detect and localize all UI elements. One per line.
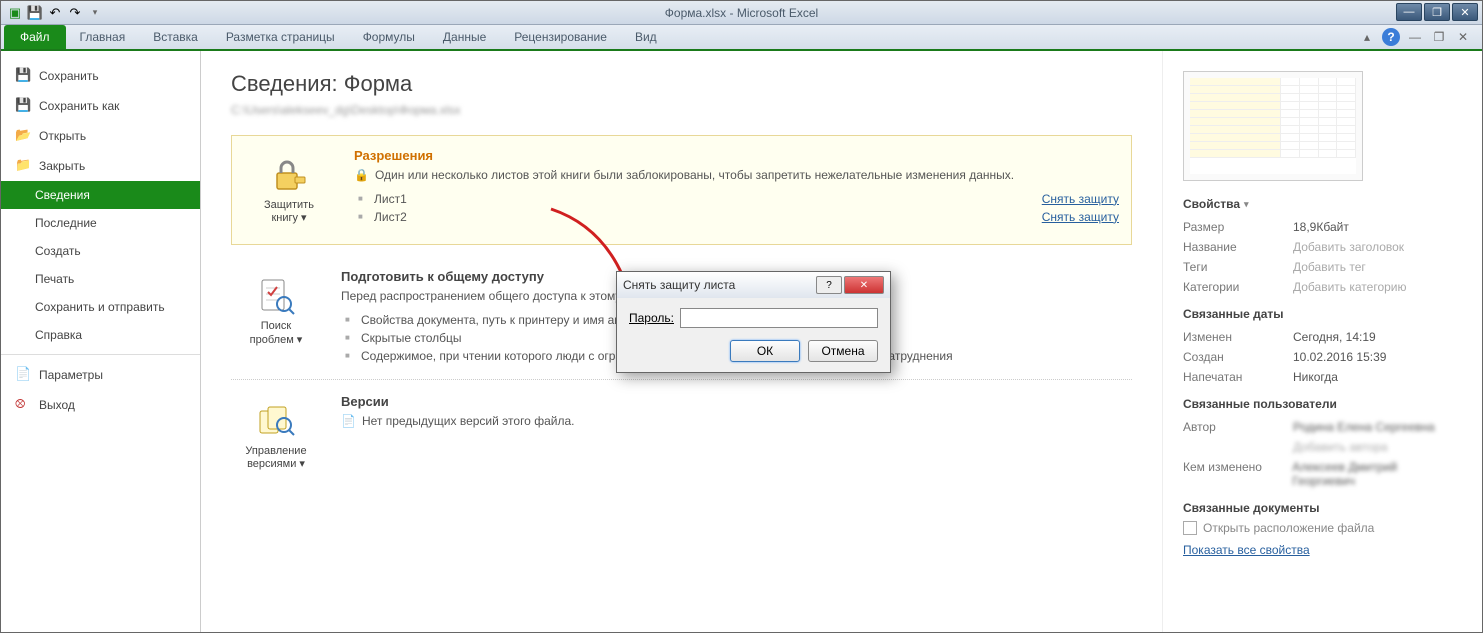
qat-dropdown-icon[interactable]: ▾ — [87, 5, 103, 21]
help-icon[interactable]: ? — [1382, 28, 1400, 46]
doc-small-icon: 📄 — [341, 413, 356, 430]
ribbon-minimize-icon[interactable]: ▴ — [1358, 28, 1376, 46]
properties-panel: Свойства Размер18,9Кбайт НазваниеДобавит… — [1162, 51, 1482, 632]
sidebar-exit[interactable]: ⮾Выход — [1, 390, 200, 420]
add-author-field[interactable]: Добавить автора — [1293, 440, 1388, 454]
title-field[interactable]: Добавить заголовок — [1293, 240, 1404, 254]
ribbon-tabs: Файл Главная Вставка Разметка страницы Ф… — [1, 25, 1482, 51]
folder-icon — [1183, 521, 1197, 535]
categories-field[interactable]: Добавить категорию — [1293, 280, 1407, 294]
ok-button[interactable]: ОК — [730, 340, 800, 362]
sidebar-save-send[interactable]: Сохранить и отправить — [1, 293, 200, 321]
tags-field[interactable]: Добавить тег — [1293, 260, 1366, 274]
file-path: C:\Users\alekseev_dg\Desktop\Форма.xlsx — [231, 103, 1132, 117]
sidebar-close[interactable]: 📁Закрыть — [1, 151, 200, 181]
document-thumbnail[interactable] — [1183, 71, 1363, 181]
file-tab[interactable]: Файл — [4, 25, 66, 49]
sheet-row: Лист1 Снять защиту — [354, 190, 1119, 208]
sidebar-save[interactable]: 💾Сохранить — [1, 61, 200, 91]
sidebar-new[interactable]: Создать — [1, 237, 200, 265]
sidebar-options[interactable]: 📄Параметры — [1, 360, 200, 390]
docs-header: Связанные документы — [1183, 501, 1462, 515]
redo-icon[interactable]: ↷ — [67, 5, 83, 21]
password-label: Пароль: — [629, 311, 674, 325]
versions-title: Версии — [341, 394, 1132, 409]
versions-icon — [252, 401, 300, 441]
sidebar-open[interactable]: 📂Открыть — [1, 121, 200, 151]
sheet-row: Лист2 Снять защиту — [354, 208, 1119, 226]
tab-home[interactable]: Главная — [66, 25, 140, 49]
show-all-props-link[interactable]: Показать все свойства — [1183, 543, 1310, 557]
sidebar-save-as[interactable]: 💾Сохранить как — [1, 91, 200, 121]
unprotect-link-1[interactable]: Снять защиту — [1042, 192, 1119, 206]
tab-formulas[interactable]: Формулы — [349, 25, 429, 49]
window-title: Форма.xlsx - Microsoft Excel — [1, 6, 1482, 20]
unprotect-link-2[interactable]: Снять защиту — [1042, 210, 1119, 224]
dates-header: Связанные даты — [1183, 307, 1462, 321]
tab-data[interactable]: Данные — [429, 25, 500, 49]
check-issues-button[interactable]: Поиск проблем ▾ — [231, 269, 321, 353]
dialog-close-button[interactable]: ✕ — [844, 276, 884, 294]
sidebar-print[interactable]: Печать — [1, 265, 200, 293]
properties-header[interactable]: Свойства — [1183, 197, 1462, 211]
open-location[interactable]: Открыть расположение файла — [1183, 521, 1462, 535]
dialog-help-button[interactable]: ? — [816, 276, 842, 294]
window-restore-icon[interactable]: ❐ — [1430, 28, 1448, 46]
manage-versions-button[interactable]: Управление версиями ▾ — [231, 394, 321, 478]
permissions-section: Защитить книгу ▾ Разрешения 🔒Один или не… — [231, 135, 1132, 245]
unprotect-sheet-dialog: Снять защиту листа ? ✕ Пароль: ОК Отмена — [616, 271, 891, 373]
versions-section: Управление версиями ▾ Версии 📄Нет предыд… — [231, 380, 1132, 492]
tab-review[interactable]: Рецензирование — [500, 25, 621, 49]
sidebar-info[interactable]: Сведения — [1, 181, 200, 209]
tab-insert[interactable]: Вставка — [139, 25, 212, 49]
quick-access-toolbar: ▣ 💾 ↶ ↷ ▾ — [1, 5, 103, 21]
window-minimize-icon[interactable]: — — [1406, 28, 1424, 46]
lock-icon — [265, 155, 313, 195]
users-header: Связанные пользователи — [1183, 397, 1462, 411]
protect-workbook-button[interactable]: Защитить книгу ▾ — [244, 148, 334, 232]
permissions-title: Разрешения — [354, 148, 1119, 163]
undo-icon[interactable]: ↶ — [47, 5, 63, 21]
save-icon[interactable]: 💾 — [27, 5, 43, 21]
lock-small-icon: 🔒 — [354, 167, 369, 184]
sidebar-recent[interactable]: Последние — [1, 209, 200, 237]
tab-layout[interactable]: Разметка страницы — [212, 25, 349, 49]
title-bar: ▣ 💾 ↶ ↷ ▾ Форма.xlsx - Microsoft Excel —… — [1, 1, 1482, 25]
inspect-icon — [252, 276, 300, 316]
window-close-icon[interactable]: ✕ — [1454, 28, 1472, 46]
restore-button[interactable]: ❐ — [1424, 3, 1450, 21]
info-heading: Сведения: Форма — [231, 71, 1132, 97]
close-button[interactable]: ✕ — [1452, 3, 1478, 21]
excel-icon: ▣ — [7, 5, 23, 21]
minimize-button[interactable]: — — [1396, 3, 1422, 21]
password-input[interactable] — [680, 308, 878, 328]
backstage-sidebar: 💾Сохранить 💾Сохранить как 📂Открыть 📁Закр… — [1, 51, 201, 632]
sidebar-help[interactable]: Справка — [1, 321, 200, 349]
dialog-titlebar[interactable]: Снять защиту листа ? ✕ — [617, 272, 890, 298]
tab-view[interactable]: Вид — [621, 25, 671, 49]
cancel-button[interactable]: Отмена — [808, 340, 878, 362]
